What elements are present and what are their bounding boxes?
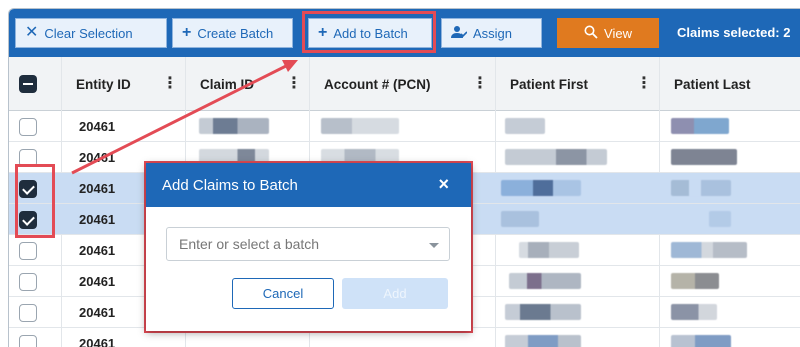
batch-select[interactable]: Enter or select a batch	[166, 227, 450, 261]
close-icon[interactable]: ×	[438, 174, 449, 195]
dialog-title: Add Claims to Batch	[162, 176, 298, 194]
add-claims-to-batch-dialog: Add Claims to Batch × Enter or select a …	[146, 163, 471, 331]
add-button[interactable]: Add	[342, 278, 448, 309]
chevron-down-icon	[429, 243, 439, 248]
cancel-button[interactable]: Cancel	[232, 278, 334, 309]
dialog-header: Add Claims to Batch ×	[146, 163, 471, 207]
batch-select-placeholder: Enter or select a batch	[179, 236, 320, 252]
